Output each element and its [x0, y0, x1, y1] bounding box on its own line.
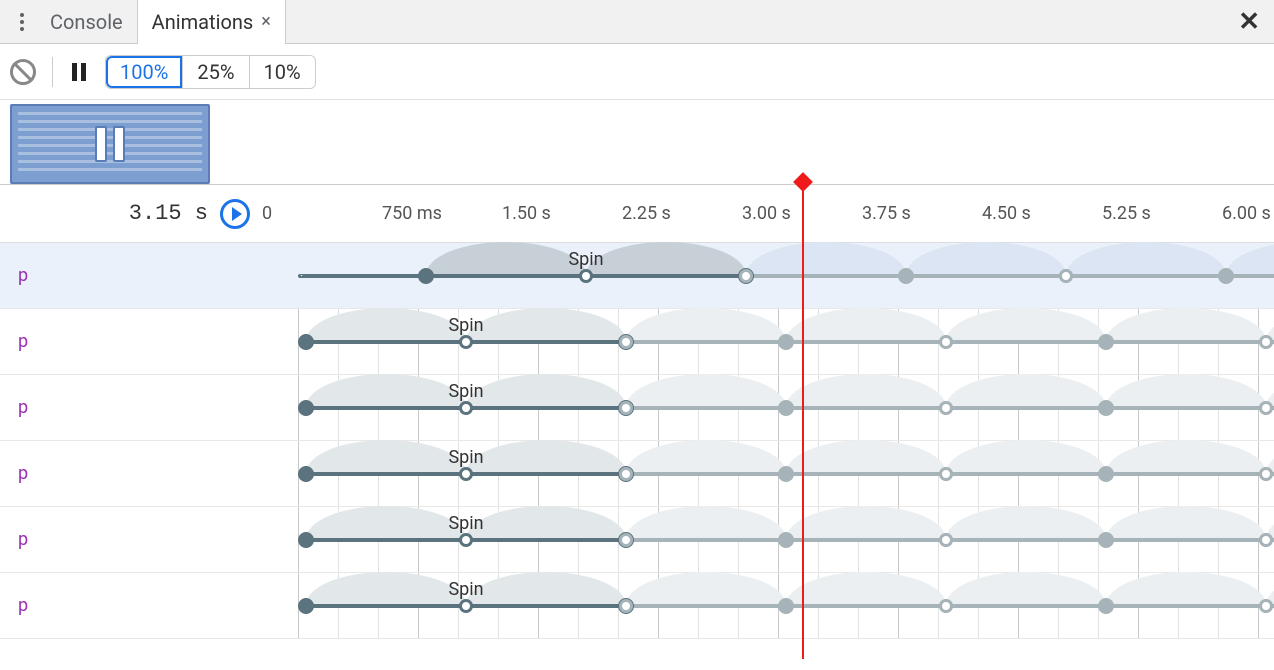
keyframe-node[interactable] [939, 533, 953, 547]
keyframe-node[interactable] [778, 334, 794, 350]
tab-console[interactable]: Console [36, 0, 137, 44]
keyframe-node[interactable] [418, 268, 434, 284]
track-row[interactable]: p Spin [0, 243, 1274, 309]
keyframe-node[interactable] [579, 269, 593, 283]
keyframe-node[interactable] [459, 401, 473, 415]
playhead-line[interactable] [802, 185, 804, 659]
keyframe-node[interactable] [1259, 599, 1273, 613]
play-button[interactable] [220, 199, 250, 229]
keyframe-node[interactable] [459, 533, 473, 547]
track-row[interactable]: p Spin [0, 309, 1274, 375]
speed-10-button[interactable]: 10% [250, 56, 315, 88]
animation-name-label: Spin [448, 447, 483, 468]
keyframe-node[interactable] [459, 467, 473, 481]
track-element-label: p [0, 265, 290, 286]
keyframe-node[interactable] [1259, 467, 1273, 481]
playback-speed-group: 100% 25% 10% [105, 55, 316, 89]
animation-name-label: Spin [448, 513, 483, 534]
keyframe-node[interactable] [298, 598, 314, 614]
track-element-label: p [0, 529, 290, 550]
ruler-tick: 4.50 s [982, 185, 1031, 242]
animation-name-label: Spin [448, 315, 483, 336]
track-timeline[interactable]: Spin [290, 507, 1274, 572]
track-row[interactable]: p Spin [0, 375, 1274, 441]
tracks-area: p Spin p Spin p Spin p Spin p Spin p Spin [0, 243, 1274, 639]
animation-name-label: Spin [448, 579, 483, 600]
keyframe-node[interactable] [619, 533, 633, 547]
keyframe-node[interactable] [939, 335, 953, 349]
pause-icon[interactable] [69, 62, 89, 82]
keyframe-node[interactable] [939, 467, 953, 481]
current-time-display: 3.15 s [0, 201, 220, 226]
animation-group-thumbnail[interactable] [10, 104, 210, 184]
tab-animations-label: Animations [152, 0, 254, 44]
keyframe-node[interactable] [619, 401, 633, 415]
keyframe-node[interactable] [939, 401, 953, 415]
animation-group-preview-row [0, 100, 1274, 185]
track-row[interactable]: p Spin [0, 573, 1274, 639]
keyframe-node[interactable] [739, 269, 753, 283]
ruler-tick: 2.25 s [622, 185, 671, 242]
ruler-tick: 6.00 s [1222, 185, 1271, 242]
keyframe-node[interactable] [298, 466, 314, 482]
ruler-tick: 3.00 s [742, 185, 791, 242]
keyframe-node[interactable] [619, 335, 633, 349]
keyframe-node[interactable] [1098, 334, 1114, 350]
keyframe-node[interactable] [298, 334, 314, 350]
animation-name-label: Spin [448, 381, 483, 402]
timeline-ruler: 3.15 s 0 750 ms 1.50 s 2.25 s 3.00 s 3.75 s 4.… [0, 185, 1274, 243]
track-row[interactable]: p Spin [0, 507, 1274, 573]
close-panel-icon[interactable]: ✕ [1238, 7, 1260, 37]
kebab-menu-icon[interactable] [8, 8, 36, 36]
keyframe-node[interactable] [1259, 401, 1273, 415]
ruler-tick: 1.50 s [502, 185, 551, 242]
track-element-label: p [0, 463, 290, 484]
ruler-tick: 3.75 s [862, 185, 911, 242]
close-tab-icon[interactable]: × [261, 0, 271, 44]
ruler-tick: 5.25 s [1102, 185, 1151, 242]
keyframe-node[interactable] [1259, 533, 1273, 547]
ruler-tick: 0 [262, 185, 272, 242]
keyframe-node[interactable] [778, 532, 794, 548]
keyframe-node[interactable] [459, 599, 473, 613]
track-element-label: p [0, 595, 290, 616]
keyframe-node[interactable] [1098, 532, 1114, 548]
keyframe-node[interactable] [298, 532, 314, 548]
keyframe-node[interactable] [898, 268, 914, 284]
track-timeline[interactable]: Spin [290, 375, 1274, 440]
ruler-ticks[interactable]: 0 750 ms 1.50 s 2.25 s 3.00 s 3.75 s 4.50 s 5.2… [262, 185, 1274, 242]
keyframe-node[interactable] [939, 599, 953, 613]
animation-name-label: Spin [568, 249, 603, 270]
keyframe-node[interactable] [778, 466, 794, 482]
keyframe-node[interactable] [778, 598, 794, 614]
speed-100-button[interactable]: 100% [106, 56, 183, 88]
keyframe-node[interactable] [1098, 598, 1114, 614]
keyframe-node[interactable] [1098, 400, 1114, 416]
keyframe-node[interactable] [1259, 335, 1273, 349]
animations-toolbar: 100% 25% 10% [0, 44, 1274, 100]
tab-bar: Console Animations × ✕ [0, 0, 1274, 44]
keyframe-node[interactable] [619, 599, 633, 613]
track-timeline[interactable]: Spin [290, 309, 1274, 374]
keyframe-node[interactable] [1218, 268, 1234, 284]
clear-icon[interactable] [10, 59, 36, 85]
keyframe-node[interactable] [1098, 466, 1114, 482]
keyframe-node[interactable] [459, 335, 473, 349]
track-element-label: p [0, 331, 290, 352]
tab-animations[interactable]: Animations × [137, 0, 286, 44]
track-timeline[interactable]: Spin [290, 441, 1274, 506]
track-element-label: p [0, 397, 290, 418]
keyframe-node[interactable] [298, 400, 314, 416]
speed-25-button[interactable]: 25% [183, 56, 249, 88]
track-timeline[interactable]: Spin [290, 573, 1274, 638]
keyframe-node[interactable] [778, 400, 794, 416]
keyframe-node[interactable] [619, 467, 633, 481]
divider [52, 57, 53, 87]
track-row[interactable]: p Spin [0, 441, 1274, 507]
ruler-tick: 750 ms [382, 185, 442, 242]
keyframe-node[interactable] [1059, 269, 1073, 283]
pause-overlay-icon [95, 126, 125, 162]
track-timeline[interactable]: Spin [290, 243, 1274, 308]
